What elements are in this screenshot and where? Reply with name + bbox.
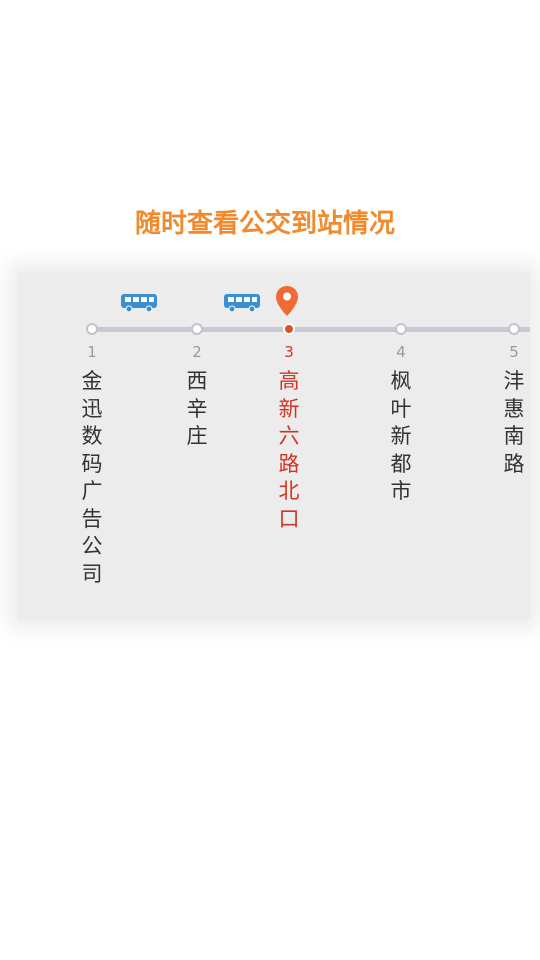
stop-name: 金迅数码广告公司: [81, 369, 103, 586]
bus-icon[interactable]: [223, 293, 261, 313]
stop-dot: [86, 323, 98, 335]
stop-number: 2: [192, 343, 202, 361]
bus-icon[interactable]: [120, 293, 158, 313]
location-pin-icon: [276, 286, 298, 316]
stop-number: 5: [509, 343, 519, 361]
stop-number: 1: [87, 343, 97, 361]
stop-name: 高新六路北口: [278, 369, 300, 531]
stop-dot: [395, 323, 407, 335]
stop-name: 西辛庄: [186, 369, 208, 448]
route-track-line: [92, 327, 530, 332]
stop-number: 3: [284, 343, 294, 361]
bus-route-card: 1 金迅数码广告公司 2 西辛庄 3 高新六路北口 4 枫叶新都市 5 沣惠南路: [18, 272, 530, 620]
stop-dot: [191, 323, 203, 335]
stop-name: 枫叶新都市: [390, 369, 412, 503]
stop-dot: [508, 323, 520, 335]
stop-number: 4: [396, 343, 406, 361]
stop-dot-current: [283, 323, 295, 335]
stop-name: 沣惠南路: [503, 369, 525, 476]
promo-headline: 随时查看公交到站情况: [134, 209, 395, 239]
